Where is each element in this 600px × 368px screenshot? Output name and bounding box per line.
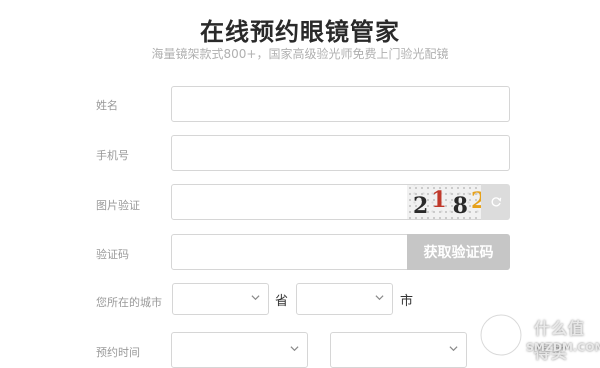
city-select[interactable]: [296, 283, 393, 315]
name-input[interactable]: [171, 86, 510, 122]
captcha-digit: 2: [413, 193, 432, 219]
get-code-button[interactable]: 获取验证码: [407, 234, 510, 270]
page-title: 在线预约眼镜管家: [200, 18, 400, 46]
smzdm-logo-icon: [479, 313, 523, 357]
image-captcha-label: 图片验证: [96, 199, 140, 212]
watermark-text-sub: SMZDM.COM: [526, 341, 600, 354]
refresh-icon: [491, 197, 501, 207]
city-suffix: 市: [400, 294, 414, 309]
chevron-down-icon: [290, 346, 299, 352]
chevron-down-icon: [375, 295, 384, 301]
image-captcha-input[interactable]: [171, 184, 408, 220]
page-subtitle: 海量镜架款式800+，国家高级验光师免费上门验光配镜: [151, 47, 449, 61]
captcha-digit: 2: [471, 188, 481, 214]
province-select[interactable]: [172, 283, 269, 315]
chevron-down-icon: [251, 295, 260, 301]
province-suffix: 省: [275, 294, 289, 309]
captcha-digit: 1: [431, 187, 450, 213]
watermark-text-main: 什么值得买: [534, 319, 586, 362]
refresh-captcha-button[interactable]: [481, 184, 510, 220]
phone-input[interactable]: [171, 135, 510, 171]
sms-code-input[interactable]: [171, 234, 408, 270]
appointment-label: 预约时间: [96, 346, 140, 359]
captcha-text: 2182: [413, 187, 481, 219]
city-label: 您所在的城市: [96, 296, 162, 309]
appointment-time-select[interactable]: [330, 332, 467, 368]
captcha-image[interactable]: 2182: [407, 184, 481, 220]
captcha-digit: 8: [452, 193, 471, 219]
watermark: 什么值得买 SMZDM.COM: [472, 308, 600, 364]
sms-code-label: 验证码: [96, 248, 129, 261]
name-label: 姓名: [96, 99, 118, 112]
chevron-down-icon: [449, 346, 458, 352]
appointment-date-select[interactable]: [171, 332, 308, 368]
phone-label: 手机号: [96, 149, 129, 162]
